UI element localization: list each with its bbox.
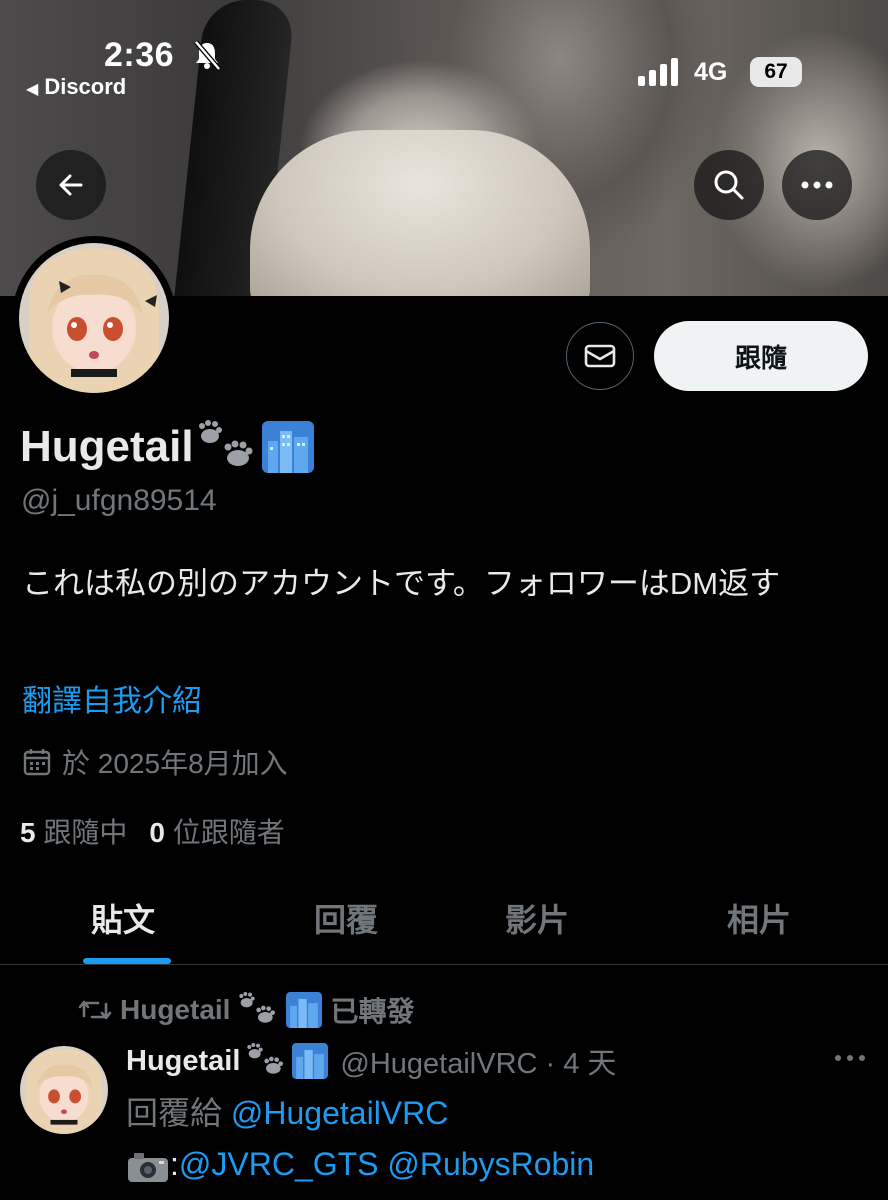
profile-tabs: 貼文 回覆 影片 相片 [0, 875, 888, 963]
back-app-label: Discord [44, 74, 127, 99]
followers-label: 位跟隨者 [172, 817, 285, 848]
mail-icon [584, 344, 616, 368]
network-type: 4G [694, 58, 728, 86]
translate-bio-link[interactable]: 翻譯自我介紹 [22, 676, 202, 720]
tab-photos[interactable]: 相片 [727, 895, 791, 941]
mention-link-1[interactable]: @JVRC_GTS [179, 1146, 379, 1182]
profile-bio: これは私の別のアカウントです。フォロワーはDM返す [22, 566, 781, 601]
join-date: 於 2025年8月加入 [22, 742, 288, 782]
reply-handle-link[interactable]: @HugetailVRC [231, 1095, 448, 1131]
post-author-avatar[interactable] [20, 1046, 108, 1134]
profile-display-name: Hugetail [20, 420, 314, 474]
cityscape-emoji [261, 421, 314, 473]
profile-handle: @j_ufgn89514 [21, 484, 217, 517]
avatar-image [19, 243, 169, 393]
back-to-app[interactable]: ◀ Discord [26, 74, 126, 100]
search-icon [714, 170, 744, 200]
follow-button[interactable]: 跟隨 [654, 321, 868, 391]
repost-indicator[interactable]: Hugetail 已轉發 [78, 990, 414, 1030]
post-body: :@JVRC_GTS @RubysRobin [126, 1146, 594, 1184]
post-body-prefix: : [170, 1146, 179, 1182]
follow-stats: 5 跟隨中 0 位跟隨者 [20, 811, 285, 851]
profile-avatar[interactable] [12, 236, 176, 400]
following-count: 5 [20, 817, 36, 848]
cityscape-emoji [286, 992, 323, 1028]
following-label: 跟隨中 [43, 817, 128, 848]
cellular-signal-icon [638, 58, 678, 86]
search-button[interactable] [694, 150, 764, 220]
followers-link[interactable]: 0 位跟隨者 [149, 811, 284, 851]
paw-prints-emoji [198, 420, 253, 466]
followers-count: 0 [149, 817, 165, 848]
bell-muted-icon [194, 40, 221, 71]
join-date-text: 於 2025年8月加入 [62, 748, 288, 779]
repost-label: 已轉發 [330, 996, 415, 1027]
post-author-name[interactable]: Hugetail [126, 1045, 240, 1078]
camera-emoji [128, 1152, 168, 1182]
repost-icon [78, 1000, 112, 1020]
tab-posts[interactable]: 貼文 [91, 895, 155, 941]
post-header: Hugetail @HugetailVRC · 4 天 [126, 1040, 616, 1082]
mention-link-2[interactable]: @RubysRobin [387, 1146, 594, 1182]
display-name-text: Hugetail [20, 422, 194, 471]
arrow-left-icon [59, 174, 83, 196]
post-more-icon[interactable] [830, 1048, 870, 1068]
banner-photo-figure [250, 130, 590, 296]
repost-by-name: Hugetail [120, 994, 231, 1025]
following-link[interactable]: 5 跟隨中 [20, 811, 127, 851]
battery-indicator: 67 [750, 57, 802, 87]
tabs-divider [0, 964, 888, 965]
calendar-icon [23, 749, 51, 776]
reply-prefix: 回覆給 [126, 1095, 223, 1131]
reply-to-line: 回覆給 @HugetailVRC [126, 1088, 448, 1134]
more-icon [801, 181, 833, 189]
post-author-meta: @HugetailVRC · 4 天 [340, 1048, 617, 1080]
back-triangle-icon: ◀ [26, 81, 39, 98]
tab-replies[interactable]: 回覆 [314, 895, 378, 941]
cityscape-emoji [292, 1043, 329, 1079]
paw-prints-emoji [239, 992, 276, 1023]
status-time: 2:36 [104, 36, 175, 74]
message-button[interactable] [566, 322, 634, 390]
back-button[interactable] [36, 150, 106, 220]
tab-videos[interactable]: 影片 [505, 895, 569, 941]
paw-prints-emoji [247, 1043, 284, 1074]
more-options-button[interactable] [782, 150, 852, 220]
